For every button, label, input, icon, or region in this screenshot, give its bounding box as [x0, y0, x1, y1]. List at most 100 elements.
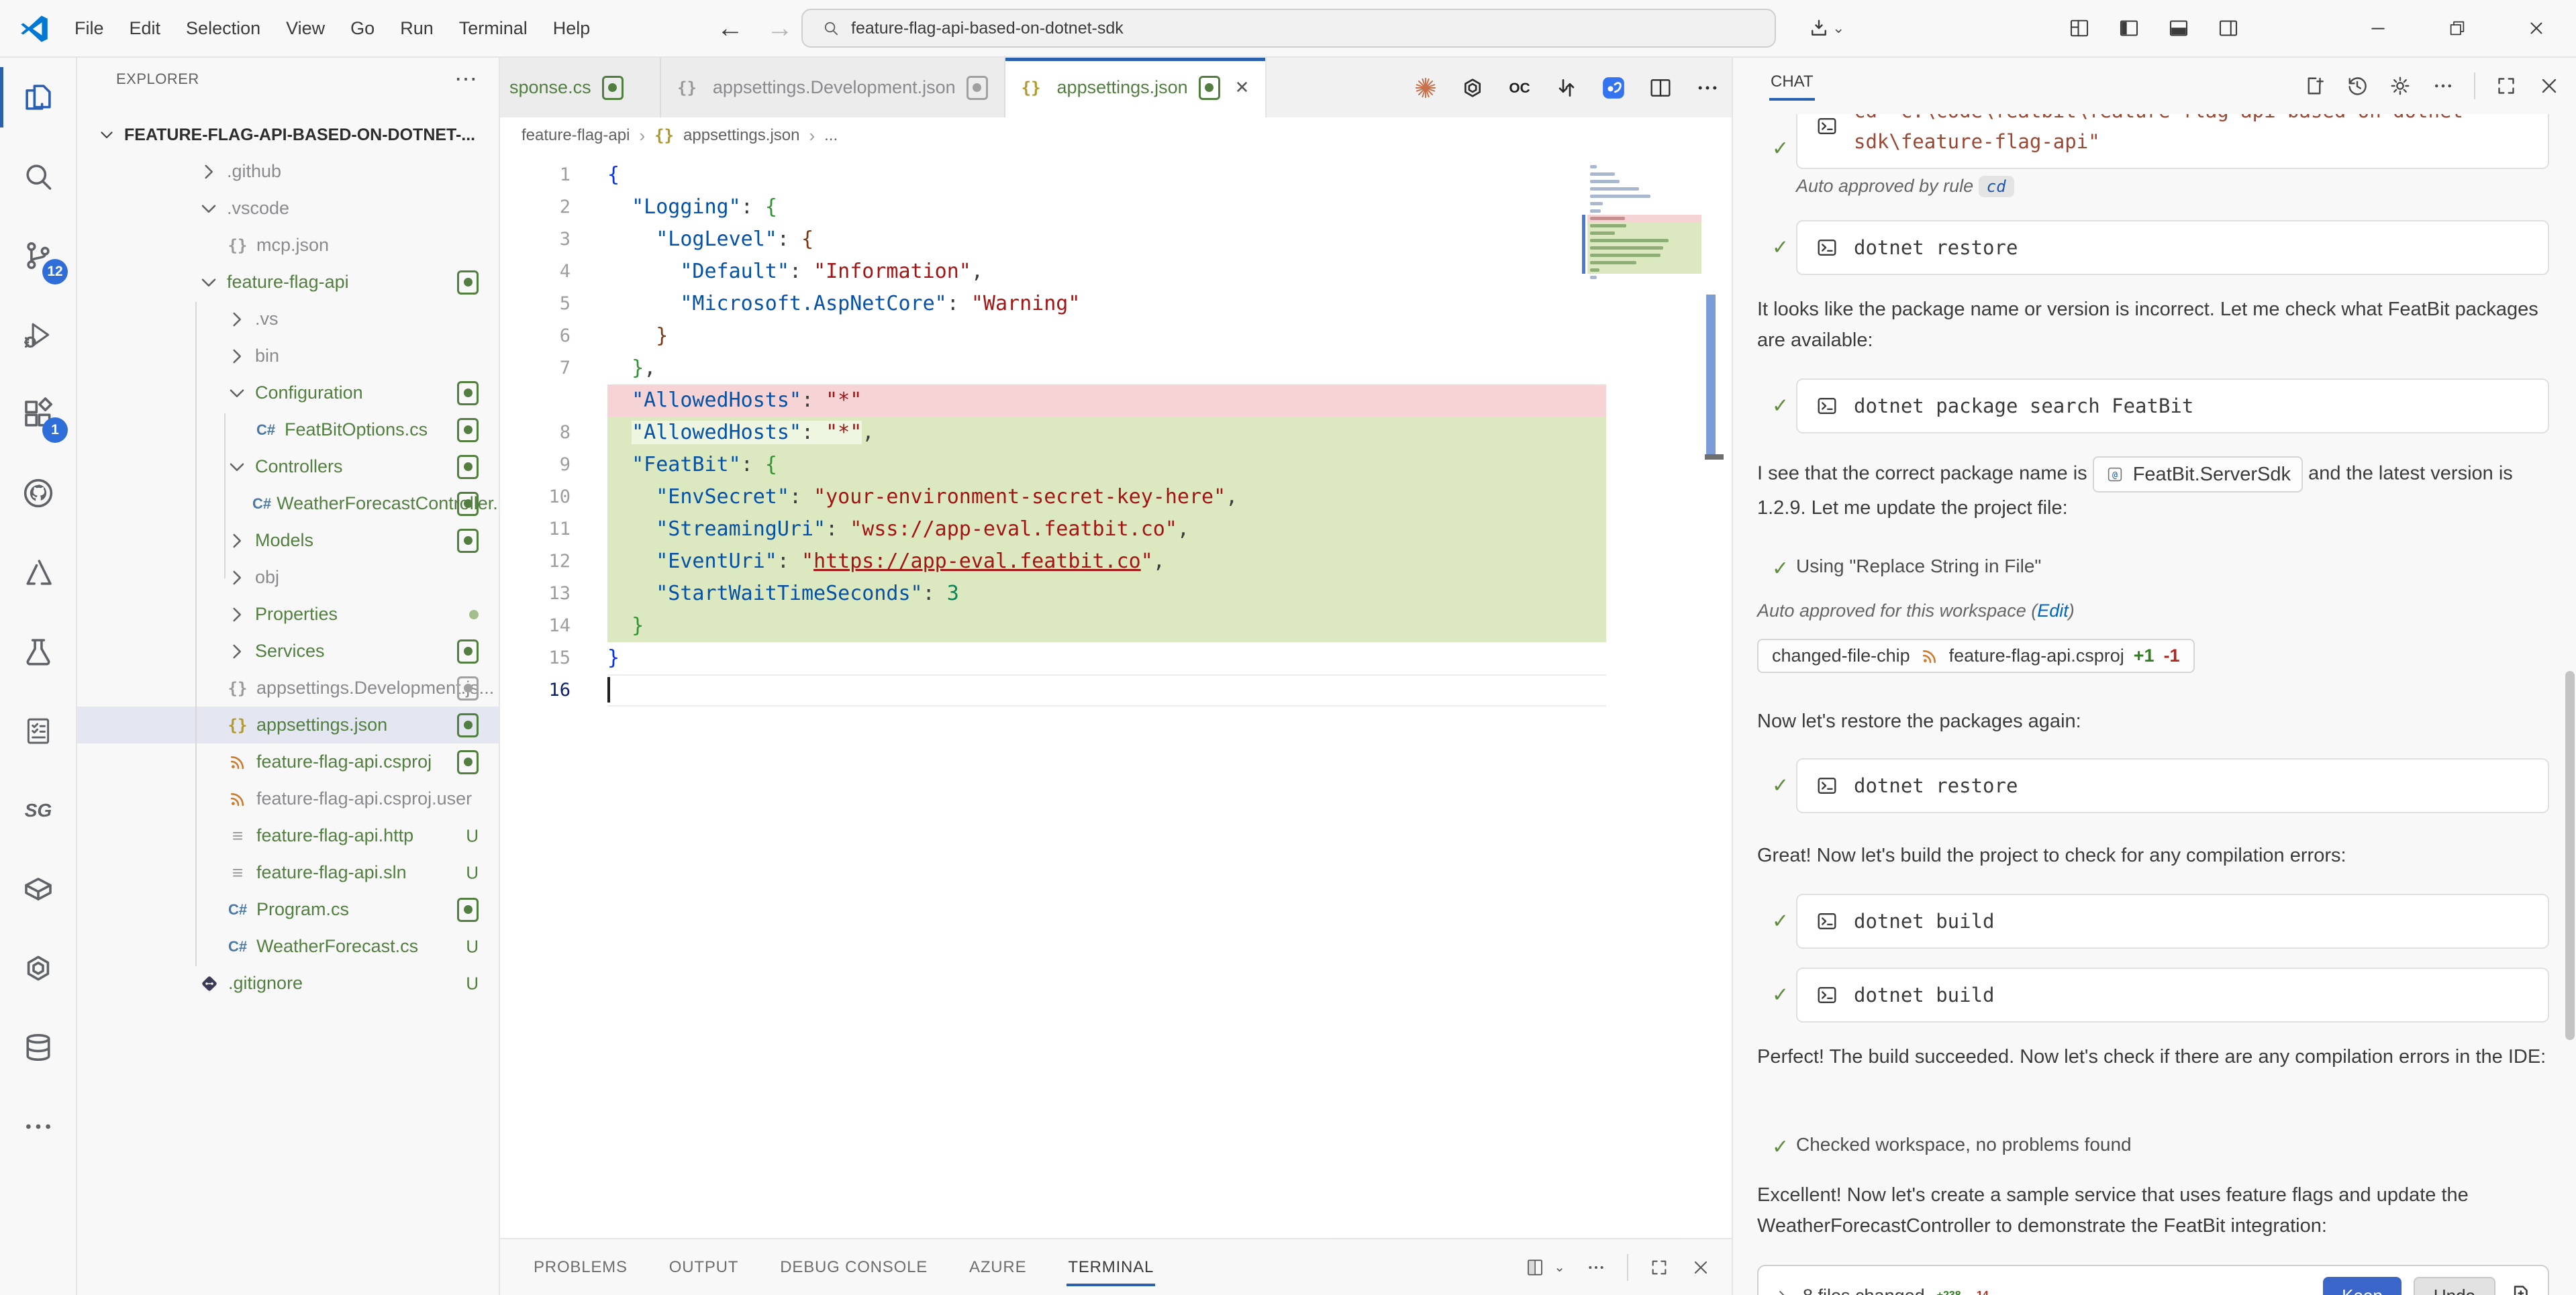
history-icon[interactable] [2345, 74, 2369, 98]
activity-explorer[interactable] [0, 58, 76, 137]
breadcrumb-item[interactable]: appsettings.json [683, 126, 799, 145]
sidebar-right-icon[interactable] [2216, 16, 2240, 40]
menu-edit[interactable]: Edit [117, 18, 174, 39]
activity-github[interactable] [0, 454, 76, 533]
breadcrumb[interactable]: feature-flag-api›{}appsettings.json›... [500, 117, 1732, 154]
tree-item-configuration[interactable]: Configuration [77, 374, 499, 411]
menu-selection[interactable]: Selection [173, 18, 273, 39]
menu-help[interactable]: Help [540, 18, 603, 39]
panel-bottom-icon[interactable] [2167, 16, 2191, 40]
tree-item-feature-flag-api[interactable]: feature-flag-api [77, 264, 499, 301]
activity-search[interactable] [0, 137, 76, 216]
expand-icon[interactable] [2494, 74, 2518, 98]
compare-icon[interactable] [1553, 74, 1580, 101]
panel-tab-terminal[interactable]: TERMINAL [1067, 1245, 1155, 1290]
activity-more[interactable] [0, 1087, 76, 1166]
tab-appsettings.Development.json[interactable]: {}appsettings.Development.json [661, 58, 1005, 117]
chevron-right-icon[interactable] [1773, 1287, 1791, 1295]
terminal-command-card[interactable]: cd "c:\code\featbit\feature-flag-api-bas… [1796, 114, 2549, 169]
tree-item-feature-flag-api.http[interactable]: ≡feature-flag-api.httpU [77, 817, 499, 854]
panel-select-icon[interactable] [1524, 1257, 1546, 1278]
sidebar-left-icon[interactable] [2117, 16, 2141, 40]
breadcrumb-item[interactable]: ... [824, 126, 838, 145]
undo-all-button[interactable]: Undo [2414, 1277, 2495, 1295]
close-icon[interactable]: ✕ [1235, 77, 1250, 98]
menu-go[interactable]: Go [338, 18, 387, 39]
more-icon[interactable] [1694, 74, 1721, 101]
breadcrumb-item[interactable]: feature-flag-api [522, 126, 630, 145]
menu-run[interactable]: Run [387, 18, 446, 39]
terminal-command-card[interactable]: dotnet build [1796, 968, 2549, 1023]
tree-item-feature-flag-api.sln[interactable]: ≡feature-flag-api.slnU [77, 854, 499, 891]
file-diff-icon[interactable] [2508, 1283, 2533, 1295]
close-button[interactable] [2497, 0, 2576, 56]
tree-item-.gitignore[interactable]: .gitignoreU [77, 965, 499, 1002]
close-icon[interactable] [1690, 1257, 1712, 1278]
tree-item-properties[interactable]: Properties [77, 596, 499, 633]
tree-item-bin[interactable]: bin [77, 338, 499, 374]
package-chip[interactable]: @FeatBit.ServerSdk [2093, 456, 2303, 493]
tree-item-services[interactable]: Services [77, 633, 499, 670]
activity-source-control[interactable]: 12 [0, 216, 76, 295]
activity-openai[interactable] [0, 929, 76, 1008]
split-editor-icon[interactable] [1647, 74, 1674, 101]
restore-button[interactable] [2418, 0, 2497, 56]
command-center-search[interactable]: feature-flag-api-based-on-dotnet-sdk [801, 9, 1776, 48]
tree-item-weatherforecast.cs[interactable]: C#WeatherForecast.csU [77, 928, 499, 965]
tree-item-controllers[interactable]: Controllers [77, 448, 499, 485]
tree-item-feature-flag-api.csproj.user[interactable]: feature-flag-api.csproj.user [77, 780, 499, 817]
minimize-button[interactable] [2338, 0, 2418, 56]
activity-database[interactable] [0, 1008, 76, 1087]
activity-todo[interactable] [0, 691, 76, 770]
copilot-icon[interactable] [1600, 74, 1627, 101]
files-changed-summary[interactable]: 8 files changed [1803, 1286, 1925, 1295]
tree-item-obj[interactable]: obj [77, 559, 499, 596]
terminal-command-card[interactable]: dotnet restore [1796, 758, 2549, 813]
nav-forward-button[interactable]: → [766, 0, 793, 56]
menu-view[interactable]: View [273, 18, 338, 39]
expand-icon[interactable] [1648, 1257, 1670, 1278]
activity-docker[interactable] [0, 849, 76, 929]
minimap[interactable] [1587, 163, 1701, 289]
tab-appsettings.json[interactable]: {}appsettings.json✕ [1005, 58, 1267, 117]
terminal-command-card[interactable]: dotnet build [1796, 894, 2549, 949]
tree-item-.vscode[interactable]: .vscode [77, 190, 499, 227]
edit-link[interactable]: Edit [2037, 601, 2069, 621]
tree-item-models[interactable]: Models [77, 522, 499, 559]
activity-azure[interactable] [0, 533, 76, 612]
menu-terminal[interactable]: Terminal [446, 18, 540, 39]
keep-all-button[interactable]: Keep [2323, 1277, 2401, 1295]
tree-item-.vs[interactable]: .vs [77, 301, 499, 338]
panel-tab-azure[interactable]: AZURE [968, 1245, 1028, 1290]
gear-icon[interactable] [2388, 74, 2412, 98]
tree-item-appsettings.json[interactable]: {}appsettings.json [77, 707, 499, 743]
chevron-down-icon[interactable]: ⌄ [1554, 1259, 1565, 1276]
new-chat-icon[interactable] [2302, 74, 2326, 98]
tree-item-feature-flag-api.csproj[interactable]: feature-flag-api.csproj [77, 743, 499, 780]
panel-tab-problems[interactable]: PROBLEMS [532, 1245, 629, 1290]
tree-item-featbitoptions.cs[interactable]: C#FeatBitOptions.cs [77, 411, 499, 448]
tree-item-program.cs[interactable]: C#Program.cs [77, 891, 499, 928]
activity-run-debug[interactable] [0, 295, 76, 374]
activity-testing[interactable] [0, 612, 76, 691]
panel-tab-debug-console[interactable]: DEBUG CONSOLE [779, 1245, 929, 1290]
tree-item-appsettings.development.js...[interactable]: {}appsettings.Development.js... [77, 670, 499, 707]
activity-sg[interactable]: SG [0, 770, 76, 849]
nav-back-button[interactable]: ← [717, 0, 744, 56]
terminal-command-card[interactable]: dotnet package search FeatBit [1796, 378, 2549, 433]
close-icon[interactable] [2537, 74, 2561, 98]
tree-item-mcp.json[interactable]: {}mcp.json [77, 227, 499, 264]
claude-icon[interactable] [1412, 74, 1439, 101]
layout-grid-icon[interactable] [2067, 16, 2091, 40]
tree-item-.github[interactable]: .github [77, 153, 499, 190]
more-icon[interactable] [1585, 1257, 1607, 1278]
activity-extensions[interactable]: 1 [0, 374, 76, 454]
tab-sponse.cs[interactable]: sponse.cs [500, 58, 661, 117]
chat-tab[interactable]: CHAT [1771, 72, 1814, 91]
panel-tab-output[interactable]: OUTPUT [668, 1245, 740, 1290]
explorer-more-actions[interactable]: ⋯ [454, 66, 479, 93]
oc-icon[interactable]: OC [1506, 74, 1533, 101]
openai-icon[interactable] [1459, 74, 1486, 101]
workspace-root-folder[interactable]: FEATURE-FLAG-API-BASED-ON-DOTNET-... [77, 117, 499, 153]
terminal-command-card[interactable]: dotnet restore [1796, 220, 2549, 275]
